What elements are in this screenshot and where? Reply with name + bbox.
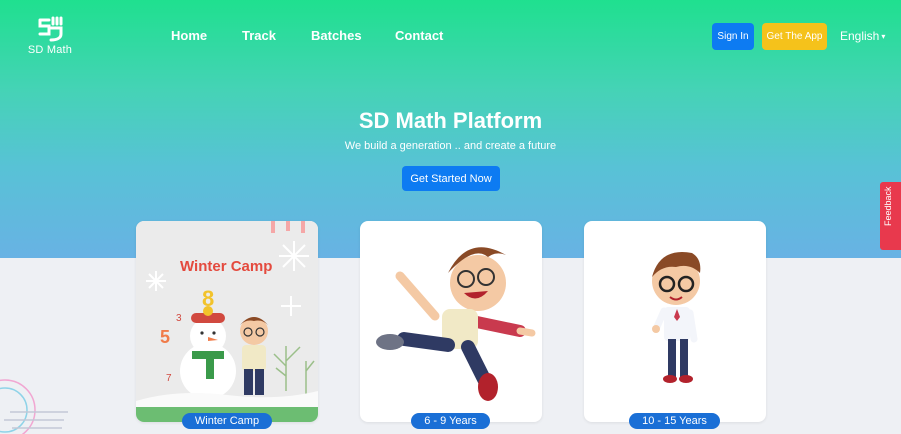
nav-batches[interactable]: Batches	[311, 28, 362, 43]
brand-name: SD Math	[27, 44, 73, 56]
winter-camp-illustration: 8 5 3 7 Winter Camp	[136, 221, 318, 422]
winter-camp-art-title: Winter Camp	[180, 258, 272, 275]
svg-text:5: 5	[160, 327, 170, 347]
card-6-9-years[interactable]	[360, 221, 542, 422]
language-label: English	[840, 29, 880, 43]
get-app-button[interactable]: Get The App	[762, 23, 827, 50]
nav-home[interactable]: Home	[171, 28, 207, 43]
badge-6-9-years: 6 - 9 Years	[411, 413, 490, 429]
card-winter-camp[interactable]: 8 5 3 7 Winter Camp	[136, 221, 318, 422]
standing-boy-illustration	[652, 252, 701, 383]
caret-down-icon: ▾	[881, 32, 886, 41]
signin-button[interactable]: Sign In	[712, 23, 754, 50]
nav-contact[interactable]: Contact	[395, 28, 443, 43]
page-title: SD Math Platform	[358, 108, 543, 133]
feedback-tab[interactable]: Feedback	[880, 182, 901, 250]
svg-text:7: 7	[166, 373, 172, 384]
get-started-button[interactable]: Get Started Now	[402, 166, 500, 191]
page-subtitle: We build a generation .. and create a fu…	[344, 140, 557, 152]
brand-logo[interactable]: SD Math	[26, 16, 74, 58]
nav-track[interactable]: Track	[242, 28, 276, 43]
jumping-boy-illustration	[376, 247, 536, 401]
badge-winter-camp: Winter Camp	[182, 413, 272, 429]
logo-icon	[38, 16, 63, 42]
badge-10-15-years: 10 - 15 Years	[629, 413, 720, 429]
decorative-circles	[0, 379, 68, 434]
language-select[interactable]: English ▾	[840, 29, 885, 43]
card-10-15-years[interactable]	[584, 221, 766, 422]
feedback-label: Feedback	[883, 186, 893, 226]
svg-text:3: 3	[176, 313, 182, 324]
